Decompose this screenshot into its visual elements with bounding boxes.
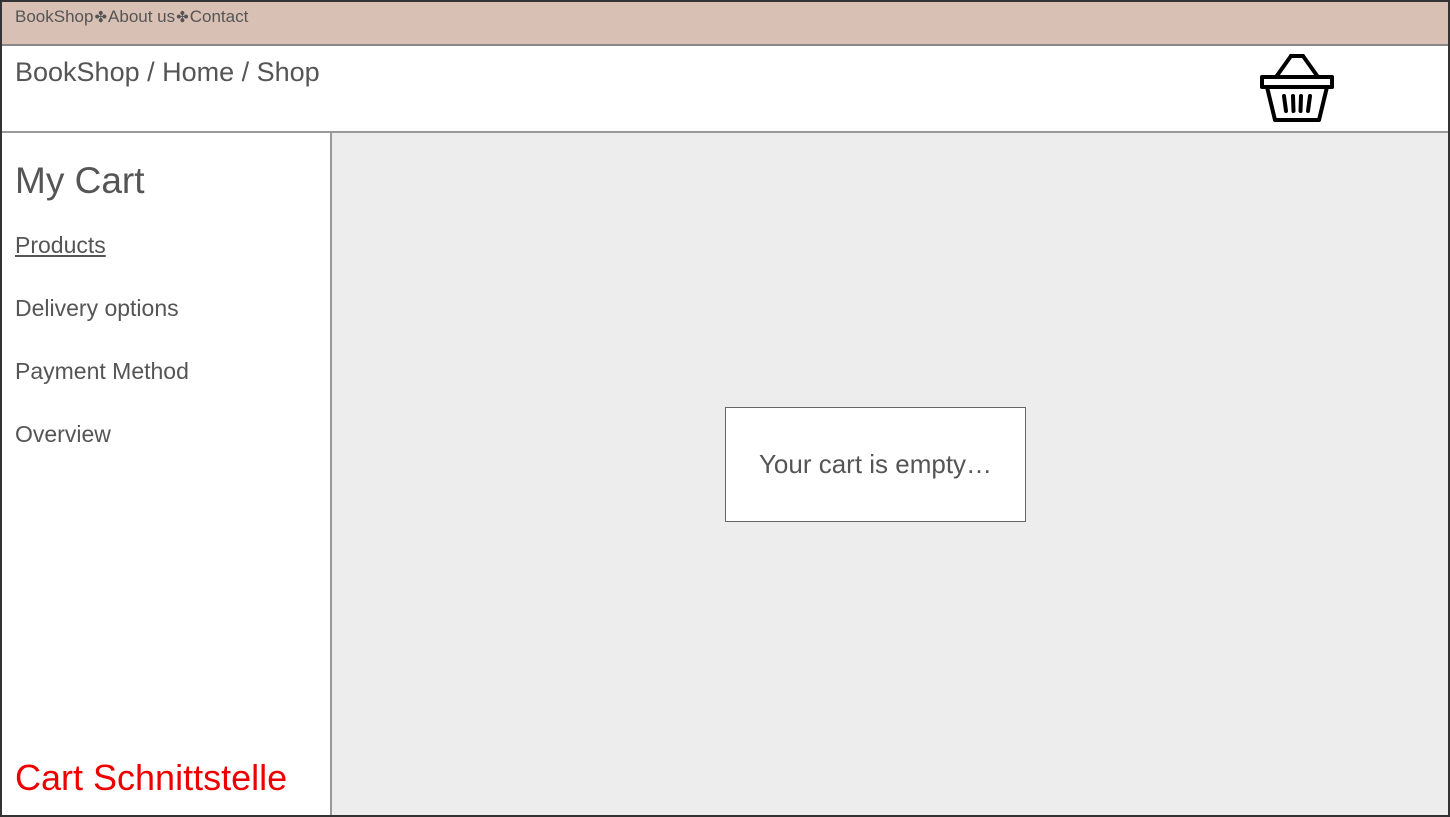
header: BookShop / Home / Shop — [2, 46, 1448, 133]
top-nav: BookShop✤About us✤Contact — [15, 7, 248, 27]
sidebar-item-payment-method[interactable]: Payment Method — [15, 358, 189, 385]
topnav-link-about[interactable]: About us — [108, 7, 175, 27]
sidebar-item-overview[interactable]: Overview — [15, 421, 111, 448]
sidebar-item-products[interactable]: Products — [15, 232, 106, 259]
top-bar: BookShop✤About us✤Contact — [2, 2, 1448, 46]
topnav-link-contact[interactable]: Contact — [190, 7, 249, 27]
sidebar-title: My Cart — [15, 160, 145, 201]
breadcrumb: BookShop / Home / Shop — [15, 57, 320, 87]
cart-interface-label: Cart Schnittstelle — [15, 757, 288, 798]
separator-icon: ✤ — [176, 9, 189, 26]
separator-icon: ✤ — [94, 9, 108, 26]
shopping-basket-icon[interactable] — [1256, 52, 1338, 124]
main-content: Your cart is empty… — [332, 133, 1448, 815]
app-frame: BookShop✤About us✤Contact BookShop / Hom… — [0, 0, 1450, 817]
empty-cart-message: Your cart is empty… — [725, 407, 1026, 522]
topnav-link-bookshop[interactable]: BookShop — [15, 7, 93, 27]
sidebar-item-delivery-options[interactable]: Delivery options — [15, 295, 179, 322]
sidebar: My Cart Products Delivery options Paymen… — [2, 133, 332, 815]
